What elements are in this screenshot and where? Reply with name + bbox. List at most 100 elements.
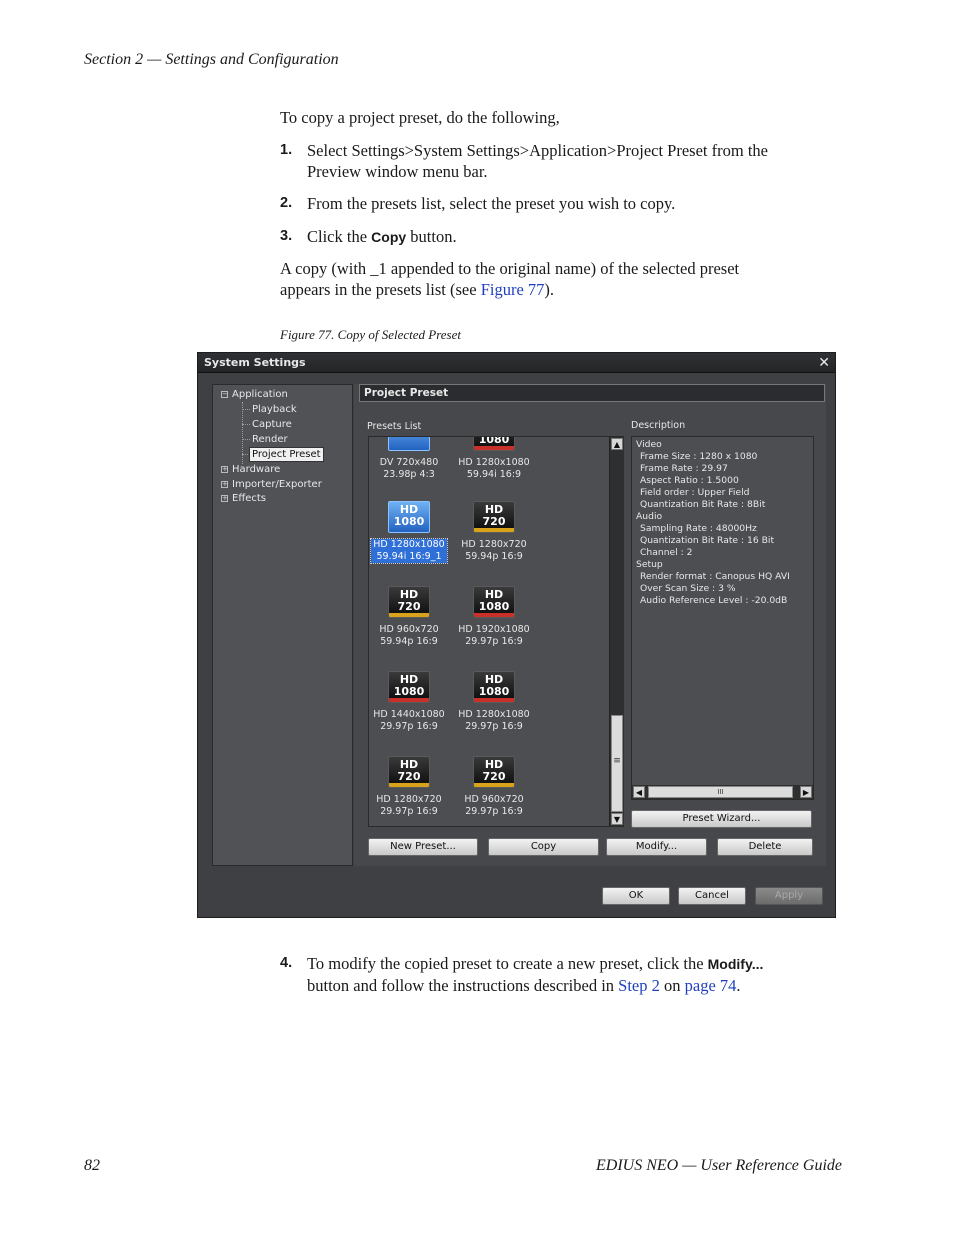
ok-button[interactable]: OK xyxy=(602,887,670,905)
step-3-pre: Click the xyxy=(307,227,372,246)
sd-preset-icon xyxy=(388,437,430,451)
preset-caption: HD 1280x720 59.94p 16:9 xyxy=(461,539,527,562)
tree-item-label: Effects xyxy=(232,493,266,504)
close-icon[interactable]: ✕ xyxy=(812,353,830,373)
preset-caption: HD 1280x1080 29.97p 16:9 xyxy=(458,709,530,732)
page-number: 82 xyxy=(84,1157,100,1174)
expand-icon[interactable]: + xyxy=(221,480,228,488)
grip-icon: ≡ xyxy=(613,756,621,766)
tree-item-effects[interactable]: + Effects xyxy=(221,492,266,505)
step-4-post: . xyxy=(736,976,741,995)
preset-item[interactable]: HD 1080 HD 1920x1080 29.97p 16:9 xyxy=(454,586,534,648)
step-1-text: Select Settings>System Settings>Applicat… xyxy=(307,140,768,182)
desc-line: Audio Reference Level : -20.0dB xyxy=(640,595,788,606)
step-4-line-1: To modify the copied preset to create a … xyxy=(307,953,763,975)
step-2-link[interactable]: Step 2 xyxy=(618,976,660,995)
desc-line: Quantization Bit Rate : 8Bit xyxy=(640,499,766,510)
hd-720-icon: HD 720 xyxy=(388,756,430,788)
tree-item-project-preset[interactable]: Project Preset xyxy=(249,447,324,462)
copy-button[interactable]: Copy xyxy=(488,838,599,856)
scroll-thumb[interactable]: ≡ xyxy=(611,715,623,812)
tree-item-label: Importer/Exporter xyxy=(232,479,322,490)
cancel-button[interactable]: Cancel xyxy=(678,887,746,905)
desc-line: Channel : 2 xyxy=(640,547,693,558)
preset-wizard-button[interactable]: Preset Wizard... xyxy=(631,810,812,828)
tree-item-label: Hardware xyxy=(232,464,281,475)
scroll-up-icon[interactable]: ▲ xyxy=(611,438,623,450)
presets-scrollbar[interactable]: ▲ ≡ ▼ xyxy=(609,437,624,826)
desc-line: Frame Rate : 29.97 xyxy=(640,463,728,474)
description-label: Description xyxy=(631,420,686,431)
running-header: Section 2 — Settings and Configuration xyxy=(84,51,339,68)
preset-item[interactable]: HD 720 HD 1280x720 59.94p 16:9 xyxy=(454,501,534,563)
expand-icon[interactable]: + xyxy=(221,494,228,502)
preset-caption: HD 960x720 59.94p 16:9 xyxy=(379,624,439,647)
tree-item-importer-exporter[interactable]: + Importer/Exporter xyxy=(221,478,322,491)
step-3-number: 3. xyxy=(280,228,293,244)
result-line-2-post: ). xyxy=(544,280,555,299)
copy-ui-reference: Copy xyxy=(371,229,407,245)
desc-line: Field order : Upper Field xyxy=(640,487,750,498)
preset-item[interactable]: DV 720x480 23.98p 4:3 xyxy=(369,437,449,481)
tree-guide-tick xyxy=(242,454,250,455)
desc-heading-audio: Audio xyxy=(636,511,663,522)
new-preset-button[interactable]: New Preset... xyxy=(368,838,478,856)
result-line-1: A copy (with _1 appended to the original… xyxy=(280,259,740,278)
desc-line: Aspect Ratio : 1.5000 xyxy=(640,475,739,486)
expand-icon[interactable]: + xyxy=(221,465,228,473)
panel-title: Project Preset xyxy=(359,384,825,402)
step-3-text: Click the Copy button. xyxy=(307,226,457,248)
step-4-line-2-pre: button and follow the instructions descr… xyxy=(307,976,619,995)
preset-item[interactable]: HD 1080 HD 1280x1080 29.97p 16:9 xyxy=(454,671,534,733)
scroll-right-icon[interactable]: ▶ xyxy=(800,786,812,798)
step-4-mid: on xyxy=(659,976,685,995)
scroll-thumb[interactable]: III xyxy=(648,786,793,798)
step-1-number: 1. xyxy=(280,142,293,158)
preset-item[interactable]: HD 720 HD 1280x720 29.97p 16:9 xyxy=(369,756,449,818)
desc-heading-video: Video xyxy=(636,439,662,450)
hd-1080-icon: HD 1080 xyxy=(473,671,515,703)
description-scrollbar[interactable]: ◀ III ▶ xyxy=(632,785,813,799)
modify-ui-reference: Modify... xyxy=(707,956,764,972)
step-3-post: button. xyxy=(406,227,457,246)
preset-item[interactable]: 1080 HD 1280x1080 59.94i 16:9 xyxy=(454,437,534,481)
hd-1080-icon: 1080 xyxy=(473,437,515,451)
scroll-down-icon[interactable]: ▼ xyxy=(611,813,623,825)
preset-item[interactable]: HD 720 HD 960x720 29.97p 16:9 xyxy=(454,756,534,818)
preset-caption: DV 720x480 23.98p 4:3 xyxy=(379,457,439,480)
preset-caption: HD 1280x720 29.97p 16:9 xyxy=(376,794,442,817)
hd-720-icon: HD 720 xyxy=(473,756,515,788)
preset-item[interactable]: HD 720 HD 960x720 59.94p 16:9 xyxy=(369,586,449,648)
result-paragraph: A copy (with _1 appended to the original… xyxy=(280,258,739,300)
hd-720-icon: HD 720 xyxy=(388,586,430,618)
preset-item-selected[interactable]: HD 1080 HD 1280x1080 59.94i 16:9_1 xyxy=(369,501,449,564)
tree-guide-tick xyxy=(242,439,250,440)
preset-item[interactable]: HD 1080 HD 1440x1080 29.97p 16:9 xyxy=(369,671,449,733)
tree-item-hardware[interactable]: + Hardware xyxy=(221,463,280,476)
apply-button: Apply xyxy=(755,887,823,905)
step-1-line-1: Select Settings>System Settings>Applicat… xyxy=(307,141,768,160)
step-4-number: 4. xyxy=(280,955,293,971)
settings-tree: − Application Playback Capture Render Pro… xyxy=(212,384,353,866)
tree-item-render[interactable]: Render xyxy=(252,433,288,446)
preset-caption: HD 1280x1080 59.94i 16:9 xyxy=(458,457,530,480)
delete-button[interactable]: Delete xyxy=(717,838,813,856)
tree-guide-tick xyxy=(242,424,250,425)
intro-text: To copy a project preset, do the followi… xyxy=(280,108,560,127)
scroll-left-icon[interactable]: ◀ xyxy=(633,786,645,798)
tree-item-application[interactable]: − Application xyxy=(221,388,288,401)
page-74-link[interactable]: page 74 xyxy=(685,976,737,995)
desc-line: Over Scan Size : 3 % xyxy=(640,583,736,594)
desc-line: Sampling Rate : 48000Hz xyxy=(640,523,757,534)
result-line-2-pre: appears in the presets list (see xyxy=(280,280,481,299)
result-line-2: appears in the presets list (see Figure … xyxy=(280,279,739,300)
collapse-icon[interactable]: − xyxy=(221,390,228,398)
dialog-title-bar: System Settings ✕ xyxy=(198,353,835,373)
tree-item-capture[interactable]: Capture xyxy=(252,418,292,431)
modify-button[interactable]: Modify... xyxy=(606,838,707,856)
hd-1080-icon: HD 1080 xyxy=(388,501,430,533)
step-2-text: From the presets list, select the preset… xyxy=(307,194,676,213)
tree-item-playback[interactable]: Playback xyxy=(252,403,297,416)
hd-1080-icon: HD 1080 xyxy=(473,586,515,618)
figure-77-link[interactable]: Figure 77 xyxy=(481,280,545,299)
